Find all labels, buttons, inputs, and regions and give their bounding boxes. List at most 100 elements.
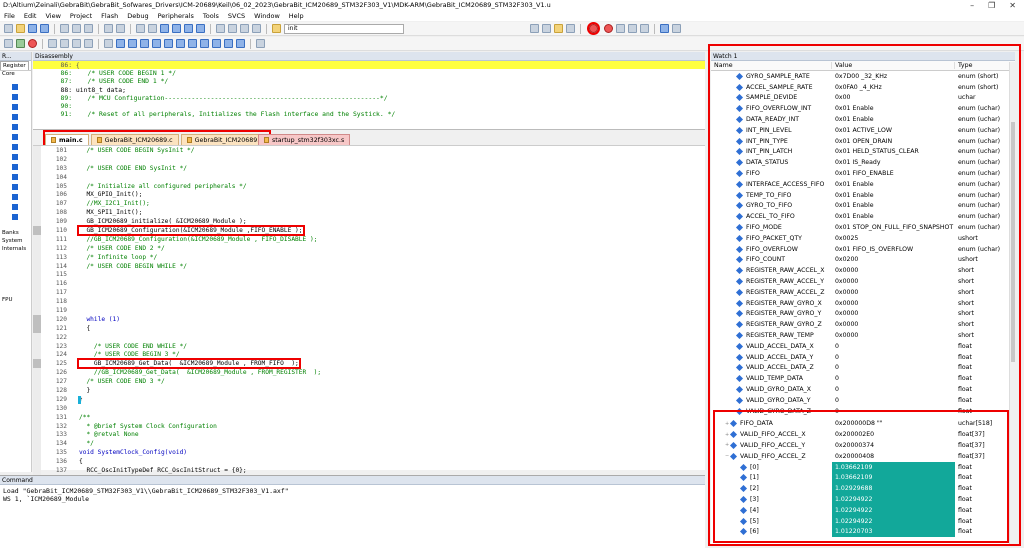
watch-row[interactable]: FIFO_MODE 0x01 STOP_ON_FULL_FIFO_SNAPSHOT… — [711, 222, 1015, 233]
watch-row[interactable]: GYRO_SAMPLE_RATE 0x7D00 _32_KHz enum (shor… — [711, 71, 1015, 82]
breakpoint-gutter[interactable] — [33, 377, 41, 387]
breakpoint-gutter[interactable] — [33, 332, 41, 342]
watch-value[interactable]: 0x0000 — [832, 287, 955, 298]
breakpoint-gutter[interactable] — [33, 288, 41, 298]
code-editor[interactable]: 101 /* USER CODE BEGIN SysInit */102 103 … — [33, 145, 705, 475]
breakpoint-gutter[interactable] — [33, 430, 41, 440]
command-window-icon[interactable] — [116, 39, 125, 48]
comment-icon[interactable] — [240, 24, 249, 33]
watch-row[interactable]: INTERFACE_ACCESS_FIFO 0x01 Enable enum (uc… — [711, 179, 1015, 190]
serial-window-icon[interactable] — [200, 39, 209, 48]
watch-array-item[interactable]: [5] 1.02294922 float — [711, 515, 1015, 527]
disasm-line[interactable]: 88: uint8_t data; — [33, 86, 705, 94]
breakpoint-gutter[interactable] — [33, 199, 41, 209]
breakpoint-gutter[interactable] — [33, 448, 41, 458]
unindent-icon[interactable] — [228, 24, 237, 33]
breakpoint-gutter[interactable] — [33, 146, 41, 155]
run-icon[interactable] — [16, 39, 25, 48]
watch-value[interactable]: 0x01 STOP_ON_FULL_FIFO_SNAPSHOT — [832, 222, 955, 233]
breakpoint-gutter[interactable] — [33, 466, 41, 475]
call-stack-window-icon[interactable] — [164, 39, 173, 48]
breakpoint-gutter[interactable] — [33, 439, 41, 449]
register-group-internals[interactable]: Internals — [0, 246, 26, 254]
code-line[interactable]: 124 /* USER CODE BEGIN 3 */ — [33, 350, 705, 360]
nav-back-icon[interactable] — [136, 24, 145, 33]
tab-startup-s[interactable]: startup_stm32f303xc.s — [258, 134, 351, 145]
code-line[interactable]: 120 while (1) — [33, 314, 705, 324]
watch-value[interactable]: 0x0000 — [832, 309, 955, 320]
code-line[interactable]: 102 — [33, 154, 705, 164]
watch-row[interactable]: VALID_ACCEL_DATA_X 0 float — [711, 341, 1015, 352]
watch-array-item[interactable]: [0] 1.03662109 float — [711, 461, 1015, 473]
code-line[interactable]: 136 { — [33, 457, 705, 467]
watch-value[interactable]: 1.03662109 — [832, 461, 955, 473]
watch-scrollbar[interactable] — [1009, 62, 1015, 546]
code-line[interactable]: 130 — [33, 403, 705, 413]
menu-project[interactable]: Project — [70, 12, 92, 20]
watch-row[interactable]: REGISTER_RAW_TEMP 0x0000 short — [711, 330, 1015, 341]
debug-config-icon[interactable] — [554, 24, 563, 33]
watch-value[interactable]: 0x0FA0 _4_KHz — [832, 82, 955, 93]
watch-row[interactable]: VALID_GYRO_DATA_X 0 float — [711, 384, 1015, 395]
symbols-window-icon[interactable] — [140, 39, 149, 48]
watch-value[interactable]: 1.02294922 — [832, 494, 955, 505]
watch-value[interactable]: 0x01 HELD_STATUS_CLEAR — [832, 147, 955, 158]
code-line[interactable]: 113 /* Infinite loop */ — [33, 252, 705, 262]
breakpoint-gutter[interactable] — [33, 163, 41, 173]
watch-value[interactable]: 0x01 Enable — [832, 190, 955, 201]
breakpoint-gutter[interactable] — [33, 154, 41, 164]
register-group-fpu[interactable]: FPU — [0, 297, 13, 305]
show-next-statement-icon[interactable] — [104, 39, 113, 48]
tools-icon[interactable] — [672, 24, 681, 33]
menu-peripherals[interactable]: Peripherals — [158, 12, 194, 20]
menu-tools[interactable]: Tools — [203, 12, 219, 20]
breakpoint-gutter[interactable] — [33, 350, 41, 360]
breakpoint-gutter[interactable] — [33, 421, 41, 431]
watch-value[interactable]: 0x01 FIFO_ENABLE — [832, 168, 955, 179]
breakpoint-gutter[interactable] — [33, 243, 41, 253]
breakpoint-gutter[interactable] — [33, 270, 41, 280]
window-layout-icon[interactable] — [660, 24, 669, 33]
register-group-core[interactable]: Core — [0, 71, 31, 79]
tab-gebrabit-icm20689-h[interactable]: GebraBit_ICM20689.h — [180, 134, 270, 145]
undo-icon[interactable] — [104, 24, 113, 33]
breakpoint-gutter[interactable] — [33, 368, 41, 378]
watch-value[interactable]: 0x01 Enable — [832, 114, 955, 125]
col-value[interactable]: Value — [832, 62, 955, 69]
trace-window-icon[interactable] — [224, 39, 233, 48]
watch-row[interactable]: VALID_ACCEL_DATA_Y 0 float — [711, 352, 1015, 363]
watch-row-expandable[interactable]: + FIFO_DATA 0x200000D8 "" uchar[518] — [711, 419, 1015, 430]
watch-row[interactable]: DATA_STATUS 0x01 IS_Ready enum (uchar) — [711, 157, 1015, 168]
find-combo[interactable]: init — [284, 23, 404, 34]
start-stop-debug-icon[interactable] — [587, 22, 600, 35]
breakpoint-gutter[interactable] — [33, 261, 41, 271]
watch-value[interactable]: 0 — [832, 341, 955, 352]
save-icon[interactable] — [28, 24, 37, 33]
watch-row[interactable]: VALID_ACCEL_DATA_Z 0 float — [711, 363, 1015, 374]
watch-value[interactable]: 0x01 OPEN_DRAIN — [832, 136, 955, 147]
disasm-line[interactable]: 91: /* Reset of all peripherals, Initial… — [33, 110, 705, 118]
next-bookmark-icon[interactable] — [184, 24, 193, 33]
code-line[interactable]: 121 { — [33, 323, 705, 333]
code-line[interactable]: 111 //GB_ICM20689_Configuration(&ICM2068… — [33, 234, 705, 244]
menu-debug[interactable]: Debug — [127, 12, 148, 20]
menu-svcs[interactable]: SVCS — [228, 12, 245, 20]
code-line[interactable]: 133 * @retval None — [33, 430, 705, 440]
watch-value[interactable]: 0x200002E0 — [832, 429, 955, 440]
watch-value[interactable]: 0 — [832, 373, 955, 384]
breakpoint-gutter[interactable] — [33, 190, 41, 200]
watch-row-expandable[interactable]: − VALID_FIFO_ACCEL_Z 0x20000408 float[37] — [711, 451, 1015, 462]
breakpoint-gutter[interactable] — [33, 172, 41, 182]
redo-icon[interactable] — [116, 24, 125, 33]
watch-row-expandable[interactable]: + VALID_FIFO_ACCEL_Y 0x20000374 float[37] — [711, 440, 1015, 451]
code-line[interactable]: 119 — [33, 306, 705, 315]
prev-bookmark-icon[interactable] — [172, 24, 181, 33]
indent-icon[interactable] — [216, 24, 225, 33]
code-line[interactable]: 129} — [33, 394, 705, 404]
nav-forward-icon[interactable] — [148, 24, 157, 33]
breakpoint-gutter[interactable] — [33, 314, 41, 324]
paste-icon[interactable] — [84, 24, 93, 33]
new-file-icon[interactable] — [4, 24, 13, 33]
watch-window-icon[interactable] — [176, 39, 185, 48]
toolbox-icon[interactable] — [256, 39, 265, 48]
